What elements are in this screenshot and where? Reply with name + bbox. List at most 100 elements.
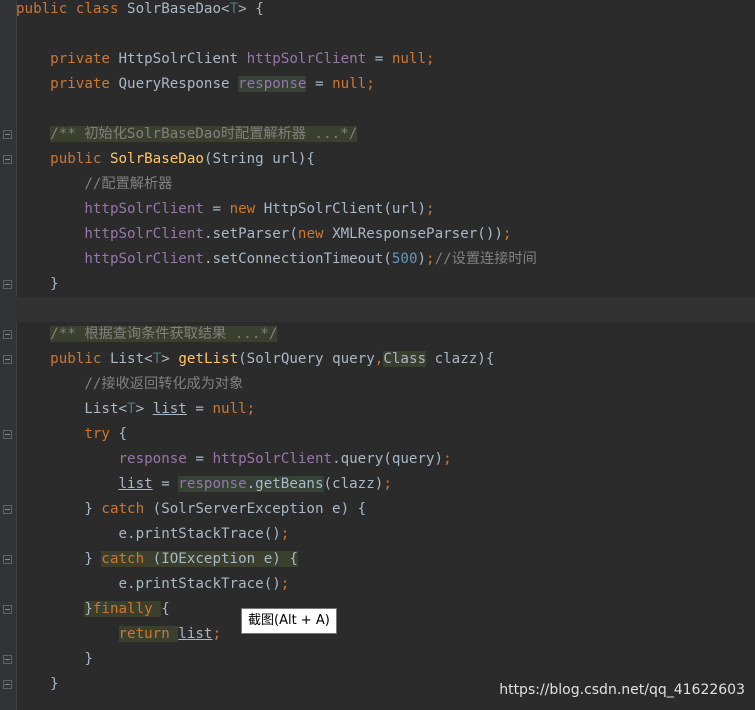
code-token: } — [16, 551, 102, 567]
code-line[interactable]: try { — [16, 422, 755, 447]
code-line[interactable] — [16, 22, 755, 47]
fold-toggle-icon[interactable] — [3, 130, 12, 139]
code-token: list — [118, 476, 153, 492]
code-line[interactable]: httpSolrClient = new HttpSolrClient(url)… — [16, 197, 755, 222]
code-token: null — [212, 401, 247, 417]
code-token: { — [118, 426, 128, 442]
code-token: httpSolrClient — [84, 251, 204, 267]
fold-toggle-icon[interactable] — [3, 155, 12, 164]
code-token: new — [229, 201, 264, 217]
code-line[interactable]: private QueryResponse response = null; — [16, 72, 755, 97]
code-token: > { — [238, 1, 264, 17]
code-token: HttpSolrClient — [118, 51, 247, 67]
code-token: response — [118, 451, 187, 467]
code-token: T — [127, 401, 136, 417]
code-line[interactable]: public List<T> getList(SolrQuery query,C… — [16, 347, 755, 372]
code-token: > — [135, 401, 153, 417]
code-line[interactable]: } — [16, 272, 755, 297]
code-token: ; — [426, 251, 435, 267]
code-token: (SolrServerException e) { — [152, 501, 367, 517]
code-line[interactable]: /** 初始化SolrBaseDao时配置解析器 ...*/ — [16, 122, 755, 147]
code-token: ) — [417, 251, 427, 267]
fold-toggle-icon[interactable] — [3, 430, 12, 439]
code-token: ; — [383, 476, 392, 492]
code-line[interactable]: httpSolrClient.setParser(new XMLResponse… — [16, 222, 755, 247]
fold-toggle-icon[interactable] — [3, 280, 12, 289]
code-token: .getBeans — [246, 476, 324, 492]
code-line[interactable]: //接收返回转化成为对象 — [16, 372, 755, 397]
code-token: < — [221, 1, 230, 17]
screenshot-tooltip: 截图(Alt + A) — [241, 608, 337, 634]
code-token: /** 初始化SolrBaseDao时配置解析器 ...*/ — [50, 126, 358, 142]
code-line[interactable]: } — [16, 647, 755, 672]
code-token: } — [16, 501, 102, 517]
code-token: ; — [246, 401, 256, 417]
fold-toggle-icon[interactable] — [3, 655, 12, 664]
code-editor[interactable]: public class SolrBaseDao<T> { private Ht… — [16, 0, 755, 710]
code-line[interactable]: public SolrBaseDao(String url){ — [16, 147, 755, 172]
code-line[interactable] — [16, 297, 755, 322]
code-line[interactable]: e.printStackTrace(); — [16, 572, 755, 597]
code-token: .query(query) — [332, 451, 444, 467]
code-token: return — [118, 626, 179, 642]
fold-toggle-icon[interactable] — [3, 555, 12, 564]
code-token: > — [161, 351, 179, 367]
code-line[interactable]: httpSolrClient.setConnectionTimeout(500)… — [16, 247, 755, 272]
code-token: } — [16, 276, 59, 292]
fold-toggle-icon[interactable] — [3, 605, 12, 614]
code-token: = — [152, 476, 179, 492]
code-token: ; — [280, 526, 290, 542]
code-line[interactable]: List<T> list = null; — [16, 397, 755, 422]
code-token: public class — [16, 1, 128, 17]
code-token: ; — [502, 226, 512, 242]
code-token: = — [186, 401, 213, 417]
code-token: try — [16, 426, 119, 442]
code-line[interactable]: private HttpSolrClient httpSolrClient = … — [16, 47, 755, 72]
code-token: catch — [101, 501, 153, 517]
fold-toggle-icon[interactable] — [3, 505, 12, 514]
code-token: SolrBaseDao — [127, 1, 222, 17]
code-token: public — [16, 151, 110, 167]
code-line[interactable] — [16, 97, 755, 122]
code-token: null — [391, 51, 427, 67]
code-token: list — [178, 626, 213, 642]
source-watermark: https://blog.csdn.net/qq_41622603 — [499, 682, 745, 698]
code-line[interactable]: list = response.getBeans(clazz); — [16, 472, 755, 497]
code-token: public — [16, 351, 110, 367]
code-token: = — [186, 451, 213, 467]
editor-gutter[interactable] — [0, 0, 17, 710]
fold-toggle-icon[interactable] — [3, 330, 12, 339]
code-token: getList — [178, 351, 239, 367]
fold-toggle-icon[interactable] — [3, 355, 12, 364]
code-line[interactable]: /** 根据查询条件获取结果 ...*/ — [16, 322, 755, 347]
code-token: private — [16, 51, 119, 67]
code-token: (SolrQuery query — [238, 351, 375, 367]
code-token: } — [84, 601, 93, 617]
code-line[interactable]: } catch (SolrServerException e) { — [16, 497, 755, 522]
code-token: ; — [443, 451, 452, 467]
code-token: //设置连接时间 — [434, 251, 537, 267]
code-token: //接收返回转化成为对象 — [84, 376, 244, 392]
code-line[interactable]: return list; — [16, 622, 755, 647]
code-line[interactable]: } catch (IOException e) { — [16, 547, 755, 572]
code-token: Class — [383, 351, 427, 367]
code-token: list — [152, 401, 187, 417]
code-token: QueryResponse — [118, 76, 239, 92]
code-line[interactable]: }finally { — [16, 597, 755, 622]
code-token: = — [366, 51, 392, 67]
code-token: SolrBaseDao — [109, 151, 204, 167]
code-line[interactable]: public class SolrBaseDao<T> { — [16, 0, 755, 22]
fold-toggle-icon[interactable] — [3, 680, 12, 689]
code-line[interactable]: //配置解析器 — [16, 172, 755, 197]
code-token: .setConnectionTimeout( — [203, 251, 392, 267]
code-token: httpSolrClient — [246, 51, 367, 67]
code-line[interactable]: response = httpSolrClient.query(query); — [16, 447, 755, 472]
code-line[interactable]: e.printStackTrace(); — [16, 522, 755, 547]
code-token: new — [297, 226, 333, 242]
code-token: (String url){ — [203, 151, 315, 167]
